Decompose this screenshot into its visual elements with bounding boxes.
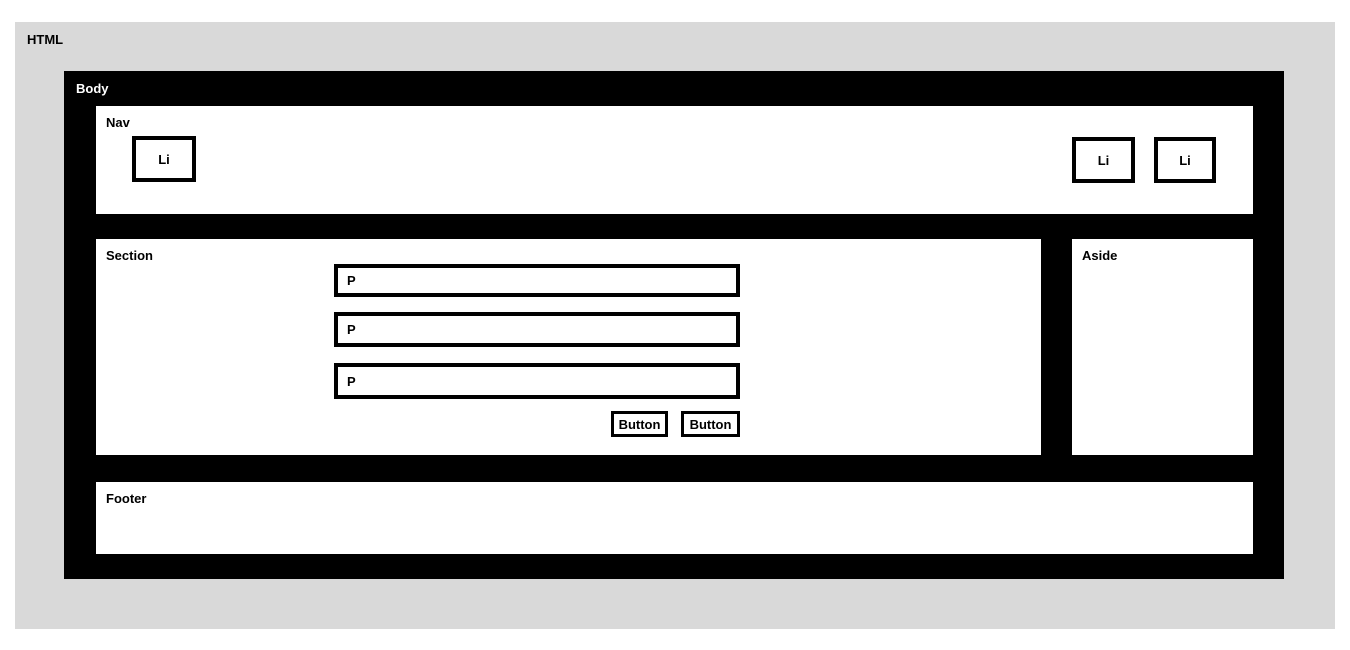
list-item-label: Li	[1097, 152, 1110, 168]
paragraph-1: P	[334, 264, 740, 297]
body-label: Body	[76, 81, 109, 96]
section-container: Section P P P Button Button	[96, 239, 1041, 455]
html-container: HTML Body Nav Li Li Li Section P P P But…	[15, 22, 1335, 629]
footer-label: Footer	[106, 491, 147, 506]
paragraph-label: P	[347, 273, 356, 288]
button-label: Button	[618, 416, 661, 432]
section-label: Section	[106, 248, 153, 263]
aside-label: Aside	[1082, 248, 1118, 263]
paragraph-label: P	[347, 322, 356, 337]
aside-container: Aside	[1072, 239, 1253, 455]
body-container: Body Nav Li Li Li Section P P P Button B…	[64, 71, 1284, 579]
html-label: HTML	[27, 32, 64, 47]
nav-list-item-1[interactable]: Li	[132, 136, 196, 182]
list-item-label: Li	[158, 151, 170, 167]
button-label: Button	[689, 416, 732, 432]
nav-list-item-3[interactable]: Li	[1154, 137, 1216, 183]
nav-label: Nav	[106, 115, 130, 130]
button-1[interactable]: Button	[611, 411, 668, 437]
nav-list-item-2[interactable]: Li	[1072, 137, 1135, 183]
list-item-label: Li	[1179, 152, 1191, 168]
paragraph-3: P	[334, 363, 740, 399]
nav-container: Nav Li Li Li	[96, 106, 1253, 214]
paragraph-label: P	[347, 373, 356, 389]
paragraph-2: P	[334, 312, 740, 347]
footer-container: Footer	[96, 482, 1253, 554]
button-2[interactable]: Button	[681, 411, 740, 437]
